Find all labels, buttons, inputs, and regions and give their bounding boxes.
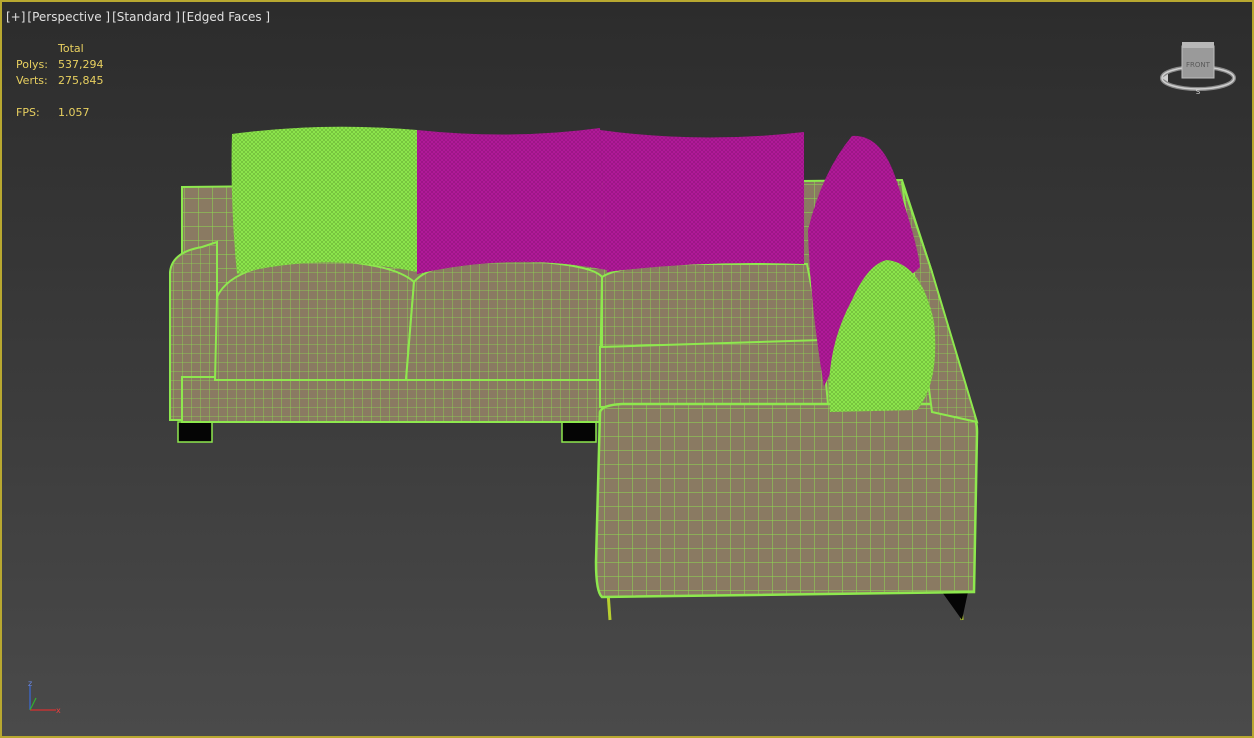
sofa-seat-base [181, 376, 603, 423]
sofa-chaise [594, 402, 979, 599]
viewcube-face-label[interactable]: FRONT [1186, 61, 1211, 69]
perspective-viewport[interactable]: [+] [Perspective ] [Standard ] [Edged Fa… [0, 0, 1254, 738]
viewcube-compass-label: S [1196, 88, 1201, 96]
axis-x-label: x [56, 706, 61, 715]
viewcube[interactable]: FRONT S [1156, 40, 1240, 98]
back-pillows [231, 126, 804, 274]
sofa-model[interactable] [2, 2, 1252, 736]
axis-z-label: z [28, 679, 32, 688]
axis-tripod: z x [22, 676, 66, 720]
